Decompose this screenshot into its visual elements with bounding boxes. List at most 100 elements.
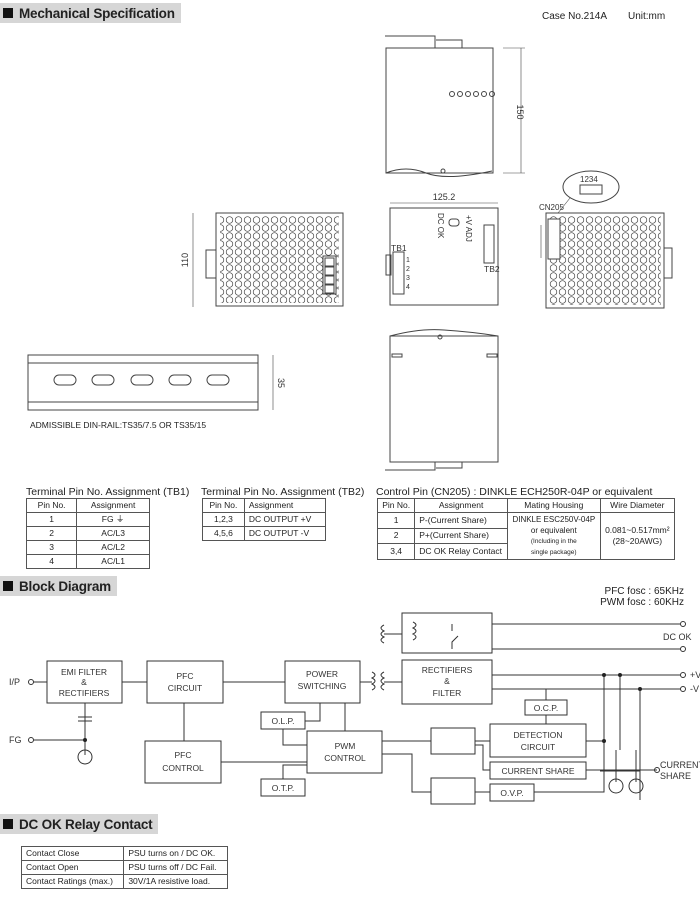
vadj-label: +V ADJ — [464, 215, 473, 242]
pfc-control-block — [144, 740, 222, 784]
tb1-pin-3: 3 — [406, 275, 410, 282]
dim-depth: 125.2 — [433, 192, 456, 202]
emi-label-1: EMI FILTER — [61, 667, 107, 677]
dc-ok-label: DC OK — [436, 213, 445, 239]
pwm-label-2: CONTROL — [324, 753, 366, 763]
dim-rail: 35 — [276, 378, 286, 388]
col-pin: Pin No. — [25, 498, 78, 513]
power-label-1: POWER — [306, 669, 338, 679]
optocoupler-1 — [430, 727, 476, 755]
front-view-top — [385, 35, 525, 178]
oscillator-frequencies: PFC fosc : 65KHz PWM fosc : 60KHz — [600, 586, 684, 608]
table-row: Contact Open PSU turns off / DC Fail. — [20, 860, 228, 875]
dcok-terminal: DC OK — [663, 632, 692, 642]
wire-diameter-cell: 0.081~0.517mm² (28~20AWG) — [599, 512, 676, 560]
pfc-ctrl-label-1: PFC — [175, 750, 192, 760]
ocp-label: O.C.P. — [534, 703, 558, 713]
col-pin: Pin No. — [376, 498, 416, 513]
din-rail-note: ADMISSIBLE DIN-RAIL:TS35/7.5 OR TS35/15 — [30, 420, 207, 430]
dim-width: 110 — [180, 253, 190, 267]
otp-block — [260, 778, 306, 797]
col-assignment: Assignment — [243, 498, 327, 513]
rect-label-2: & — [444, 676, 450, 686]
table-row: 4,5,6 DC OUTPUT -V — [202, 526, 327, 541]
power-label-2: SWITCHING — [298, 681, 347, 691]
tb1-table: Pin No. Assignment 1 FG ⏚ 2 AC/L3 3 AC/L2 4A… — [25, 498, 150, 569]
col-assignment: Assignment — [414, 498, 508, 513]
pfc-label-1: PFC — [177, 671, 194, 681]
olp-block — [260, 711, 306, 730]
tb1-pin-1: 1 — [406, 257, 410, 264]
table-row: 1,2,3 DC OUTPUT +V — [202, 512, 327, 527]
power-switching-block — [284, 660, 361, 704]
tb1-label: TB1 — [391, 243, 407, 253]
cn205-pins: 1234 — [580, 175, 598, 184]
col-mating-housing: Mating Housing — [506, 498, 601, 513]
relay-block — [401, 612, 493, 654]
tb2-caption: Terminal Pin No. Assignment (TB2) — [201, 486, 365, 498]
emi-filter-block — [46, 660, 123, 704]
square-bullet-icon — [3, 581, 13, 591]
rect-label-1: RECTIFIERS — [422, 665, 473, 675]
right-view — [540, 170, 673, 309]
fg-terminal: FG — [9, 735, 22, 745]
pfc-fosc: PFC fosc : 65KHz — [604, 586, 684, 597]
table-row: 1 FG ⏚ — [25, 512, 150, 527]
pwm-label-1: PWM — [335, 741, 356, 751]
relay-table: Contact Close PSU turns on / DC OK. Conta… — [20, 846, 228, 889]
cn205-caption: Control Pin (CN205) : DINKLE ECH250R-04P… — [376, 486, 653, 498]
pwm-control-block — [306, 730, 383, 774]
cshare-label: CURRENT SHARE — [501, 766, 574, 776]
cs-terminal-2: SHARE — [660, 771, 691, 781]
left-view — [192, 212, 344, 307]
dim-height: 150 — [515, 104, 525, 119]
current-share-block — [489, 761, 587, 780]
tb1-caption: Terminal Pin No. Assignment (TB1) — [26, 486, 190, 498]
ip-terminal: I/P — [9, 677, 20, 687]
mechanical-drawings: 150 110 125.2 DC OK +V ADJ TB1 TB2 1 2 3… — [27, 35, 673, 471]
pv-terminal: +V — [690, 670, 700, 680]
detection-block — [489, 723, 587, 758]
section-header-block-diagram: Block Diagram — [0, 576, 117, 596]
pfc-circuit-block — [146, 660, 224, 704]
cn205-table: Pin No. Assignment Mating Housing Wire D… — [376, 498, 676, 560]
emi-label-2: & — [81, 677, 87, 687]
cs-terminal-1: CURRENT — [660, 760, 700, 770]
table-row: 3 AC/L2 — [25, 540, 150, 555]
table-row: 2 AC/L3 — [25, 526, 150, 541]
din-rail — [27, 354, 274, 411]
pwm-fosc: PWM fosc : 60KHz — [600, 597, 684, 608]
pfc-ctrl-label-2: CONTROL — [162, 763, 204, 773]
pfc-label-2: CIRCUIT — [168, 683, 202, 693]
col-pin: Pin No. — [202, 498, 245, 513]
tb2-table: Pin No. Assignment 1,2,3 DC OUTPUT +V 4,5,… — [202, 498, 327, 541]
table-row: Contact Close PSU turns on / DC OK. — [20, 846, 228, 861]
cn205-label: CN205 — [539, 203, 564, 212]
detect-label-2: CIRCUIT — [521, 742, 555, 752]
table-row: 1 P-(Current Share) DINKLE ESC250V-04P or … — [376, 512, 676, 560]
col-wire-diameter: Wire Diameter — [599, 498, 676, 513]
ocp-block — [524, 699, 568, 716]
section-title: Block Diagram — [19, 578, 111, 594]
tb1-pin-4: 4 — [406, 284, 410, 291]
olp-label: O.L.P. — [272, 716, 295, 726]
col-assignment: Assignment — [76, 498, 150, 513]
detect-label-1: DETECTION — [513, 730, 562, 740]
table-row: 4 AC/L1 — [25, 554, 150, 569]
rect-label-3: FILTER — [433, 688, 462, 698]
nv-terminal: -V — [690, 684, 699, 694]
otp-label: O.T.P. — [272, 783, 295, 793]
tb2-label: TB2 — [484, 264, 500, 274]
square-bullet-icon — [3, 819, 13, 829]
bottom-view — [385, 329, 499, 471]
ovp-label: O.V.P. — [500, 788, 523, 798]
table-row: Contact Ratings (max.) 30V/1A resistive l… — [20, 874, 228, 889]
section-header-relay: DC OK Relay Contact — [0, 814, 159, 834]
section-title: DC OK Relay Contact — [19, 816, 153, 832]
tb1-pin-2: 2 — [406, 266, 410, 273]
rectifiers-filter-block — [401, 659, 493, 705]
emi-label-3: RECTIFIERS — [59, 688, 110, 698]
mating-housing-cell: DINKLE ESC250V-04P or equivalent (Includi… — [506, 512, 601, 560]
optocoupler-2 — [430, 777, 476, 805]
ovp-block — [489, 783, 535, 802]
